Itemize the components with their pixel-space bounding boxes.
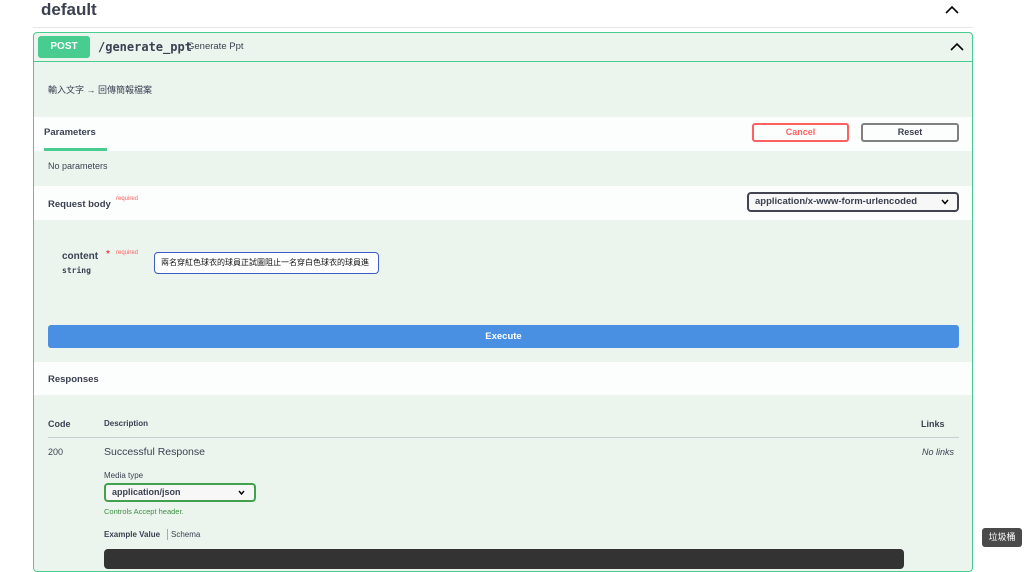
operation-summary-text: Generate Ppt [187, 41, 244, 52]
section-header[interactable]: default [33, 0, 973, 28]
required-star: * [106, 249, 110, 260]
responses-label: Responses [48, 374, 99, 385]
tab-underline [44, 148, 107, 151]
content-type-select[interactable]: application/x-www-form-urlencoded [747, 192, 959, 212]
media-type-select[interactable]: application/json [104, 483, 256, 502]
request-body-header: Request body required application/x-www-… [34, 186, 972, 220]
field-type: string [62, 266, 91, 275]
operation-description: 輸入文字 → 回傳簡報檔案 [48, 85, 153, 95]
cancel-button[interactable]: Cancel [752, 123, 849, 142]
table-divider [48, 437, 959, 438]
section-title: default [41, 0, 97, 19]
media-type-value: application/json [112, 487, 181, 497]
accept-header-note: Controls Accept header. [104, 507, 184, 516]
operation-block: POST /generate_ppt Generate Ppt 輸入文字 → 回… [33, 32, 973, 572]
content-type-value: application/x-www-form-urlencoded [755, 196, 918, 207]
column-header-description: Description [104, 419, 149, 428]
tab-separator [167, 529, 168, 540]
response-links: No links [922, 447, 955, 457]
example-code-block [104, 549, 904, 569]
execute-button[interactable]: Execute [48, 325, 959, 348]
tab-parameters[interactable]: Parameters [44, 127, 96, 138]
responses-header: Responses [34, 362, 972, 395]
method-badge: POST [38, 36, 90, 58]
chevron-up-icon[interactable] [950, 42, 964, 52]
tooltip: 垃圾桶 [982, 528, 1022, 547]
field-name: content [62, 251, 99, 262]
tab-schema[interactable]: Schema [171, 530, 200, 539]
operation-path: /generate_ppt [98, 40, 192, 54]
request-body-label: Request body [48, 199, 111, 210]
column-header-links: Links [921, 419, 945, 429]
chevron-up-icon[interactable] [945, 5, 959, 15]
media-type-label: Media type [104, 471, 144, 480]
field-required-badge: required [116, 250, 139, 256]
no-parameters-text: No parameters [48, 161, 108, 171]
chevron-down-icon [941, 199, 949, 205]
chevron-down-icon [238, 490, 245, 495]
response-code: 200 [48, 447, 64, 457]
operation-summary[interactable]: POST /generate_ppt Generate Ppt [34, 33, 972, 62]
column-header-code: Code [48, 419, 71, 429]
parameters-header: Parameters Cancel Reset [34, 117, 972, 151]
response-description: Successful Response [104, 446, 205, 458]
tab-example-value[interactable]: Example Value [104, 530, 160, 539]
content-input[interactable]: 兩名穿紅色球衣的球員正試圖阻止一名穿白色球衣的球員進 [154, 252, 379, 274]
reset-button[interactable]: Reset [861, 123, 959, 142]
required-badge: required [116, 196, 139, 202]
